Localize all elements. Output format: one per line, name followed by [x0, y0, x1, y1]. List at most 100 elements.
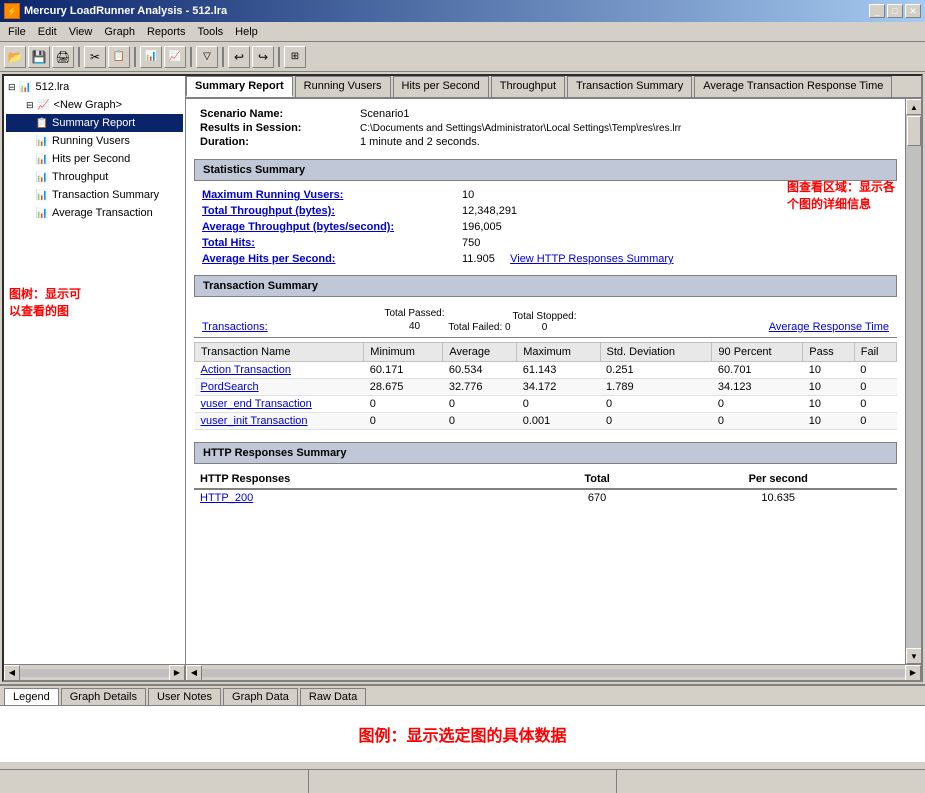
tree-scroll-left[interactable]: ◀ [4, 665, 20, 681]
tree-root: ⊟ 📊 512.lra ⊟ 📈 <New Graph> 📋 Summary Re… [4, 76, 185, 224]
tab-hits-per-second[interactable]: Hits per Second [393, 76, 489, 97]
maximize-button[interactable]: □ [887, 4, 903, 18]
menu-reports[interactable]: Reports [141, 24, 192, 40]
tree-annotation: 图树：显示可以查看的图 [9, 286, 81, 320]
scroll-thumb[interactable] [907, 116, 921, 146]
stat-label-0[interactable]: Maximum Running Vusers: [194, 187, 454, 203]
scenario-info: Scenario Name: Scenario1 Results in Sess… [194, 107, 897, 149]
menu-tools[interactable]: Tools [191, 24, 229, 40]
trans-max-1: 34.172 [517, 379, 600, 396]
trans-p90-3: 0 [712, 413, 803, 430]
toolbar-cut[interactable]: ✂ [84, 46, 106, 68]
trans-pass-2: 10 [803, 396, 854, 413]
trans-header-row: Transactions: Total Passed: 40 Total Fai… [194, 303, 897, 338]
toolbar-graph2[interactable]: 📈 [164, 46, 186, 68]
trans-col-stopped: Total Stopped: 0 [512, 311, 577, 333]
menu-file[interactable]: File [2, 24, 32, 40]
tree-scroll-right[interactable]: ▶ [169, 665, 185, 681]
view-http-link[interactable]: View HTTP Responses Summary [510, 253, 673, 265]
tab-throughput[interactable]: Throughput [491, 76, 565, 97]
http-col-per-second: Per second [659, 470, 897, 489]
col-header-fail: Fail [854, 343, 896, 362]
menu-view[interactable]: View [63, 24, 99, 40]
trans-avg-0: 60.534 [443, 362, 517, 379]
trans-p90-2: 0 [712, 396, 803, 413]
stat-label-4[interactable]: Average Hits per Second: [194, 251, 454, 267]
tree-hits-per-second[interactable]: 📊 Hits per Second [6, 150, 183, 168]
tree-scroll-track[interactable] [20, 669, 169, 677]
col-header-min: Minimum [364, 343, 443, 362]
trans-col-avg-response[interactable]: Average Response Time [577, 321, 889, 333]
hscroll-track[interactable] [202, 669, 905, 677]
tab-avg-response-time[interactable]: Average Transaction Response Time [694, 76, 892, 97]
trans-col-name-header[interactable]: Transactions: [202, 321, 382, 333]
bottom-tab-graph-details[interactable]: Graph Details [61, 688, 146, 705]
toolbar-sep1 [78, 47, 80, 67]
trans-fail-2: 0 [854, 396, 896, 413]
menu-edit[interactable]: Edit [32, 24, 63, 40]
tree-running-vusers[interactable]: 📊 Running Vusers [6, 132, 183, 150]
hscroll-right[interactable]: ▶ [905, 665, 921, 681]
results-label: Results in Session: [194, 121, 354, 135]
trans-name-3[interactable]: vuser_init Transaction [195, 413, 364, 430]
toolbar: 📂 💾 🖨 ✂ 📋 📊 📈 ▽ ↩ ↪ ⊞ [0, 42, 925, 72]
bottom-tab-graph-data[interactable]: Graph Data [223, 688, 298, 705]
minimize-button[interactable]: _ [869, 4, 885, 18]
toolbar-save[interactable]: 💾 [28, 46, 50, 68]
tree-throughput[interactable]: 📊 Throughput [6, 168, 183, 186]
bottom-tab-raw-data[interactable]: Raw Data [300, 688, 366, 705]
toolbar-graph1[interactable]: 📊 [140, 46, 162, 68]
menu-graph[interactable]: Graph [98, 24, 141, 40]
bottom-tab-user-notes[interactable]: User Notes [148, 688, 221, 705]
http-name-0[interactable]: HTTP_200 [194, 489, 535, 506]
trans-min-3: 0 [364, 413, 443, 430]
toolbar-filter[interactable]: ▽ [196, 46, 218, 68]
tree-summary-report[interactable]: 📋 Summary Report [6, 114, 183, 132]
tab-summary-report[interactable]: Summary Report [186, 76, 293, 97]
toolbar-undo[interactable]: ↩ [228, 46, 250, 68]
results-value: C:\Documents and Settings\Administrator\… [354, 121, 687, 135]
tab-transaction-summary[interactable]: Transaction Summary [567, 76, 692, 97]
tree-avg-transaction[interactable]: 📊 Average Transaction [6, 204, 183, 222]
trans-std-0: 0.251 [600, 362, 712, 379]
toolbar-grid[interactable]: ⊞ [284, 46, 306, 68]
scroll-track[interactable] [906, 115, 921, 648]
transaction-data-table: Transaction Name Minimum Average Maximum… [194, 342, 897, 430]
toolbar-copy[interactable]: 📋 [108, 46, 130, 68]
tree-hits-icon: 📊 [34, 151, 50, 167]
stat-row-4: Average Hits per Second: 11.905 View HTT… [194, 251, 897, 267]
status-bar [0, 769, 925, 793]
scroll-up-btn[interactable]: ▲ [906, 99, 921, 115]
http-col-responses: HTTP Responses [194, 470, 535, 489]
trans-name-1[interactable]: PordSearch [195, 379, 364, 396]
toolbar-new[interactable]: 📂 [4, 46, 26, 68]
menu-help[interactable]: Help [229, 24, 264, 40]
tree-root-item[interactable]: ⊟ 📊 512.lra [6, 78, 183, 96]
close-button[interactable]: ✕ [905, 4, 921, 18]
scenario-name-value: Scenario1 [354, 107, 687, 121]
tree-transaction-summary[interactable]: 📊 Transaction Summary [6, 186, 183, 204]
tab-running-vusers[interactable]: Running Vusers [295, 76, 391, 97]
trans-p90-1: 34.123 [712, 379, 803, 396]
right-annotation: 图查看区域：显示各个图的详细信息 [787, 179, 895, 213]
trans-name-0[interactable]: Action Transaction [195, 362, 364, 379]
toolbar-redo[interactable]: ↪ [252, 46, 274, 68]
col-header-std: Std. Deviation [600, 343, 712, 362]
trans-p90-0: 60.701 [712, 362, 803, 379]
stat-label-2[interactable]: Average Throughput (bytes/second): [194, 219, 454, 235]
toolbar-sep4 [222, 47, 224, 67]
http-col-total: Total [535, 470, 660, 489]
scroll-down-btn[interactable]: ▼ [906, 648, 921, 664]
bottom-tab-bar: Legend Graph Details User Notes Graph Da… [0, 686, 925, 706]
trans-fail-3: 0 [854, 413, 896, 430]
trans-name-2[interactable]: vuser_end Transaction [195, 396, 364, 413]
statistics-header: Statistics Summary [194, 159, 897, 181]
http-table: HTTP Responses Total Per second HTTP_200… [194, 470, 897, 506]
stat-label-1[interactable]: Total Throughput (bytes): [194, 203, 454, 219]
tree-new-graph[interactable]: ⊟ 📈 <New Graph> [6, 96, 183, 114]
toolbar-print[interactable]: 🖨 [52, 46, 74, 68]
tab-bar: Summary Report Running Vusers Hits per S… [186, 76, 921, 99]
stat-label-3: Total Hits: [194, 235, 454, 251]
hscroll-left[interactable]: ◀ [186, 665, 202, 681]
bottom-tab-legend[interactable]: Legend [4, 688, 59, 705]
